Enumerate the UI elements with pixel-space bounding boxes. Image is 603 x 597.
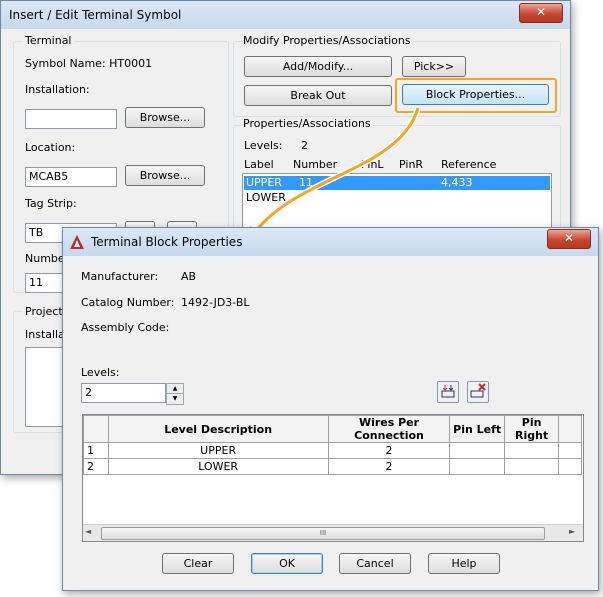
grid-extra-header <box>558 415 582 443</box>
pin-right-cell[interactable] <box>503 458 560 475</box>
wires-cell[interactable]: 2 <box>327 442 451 459</box>
grid-row[interactable]: 2 LOWER 2 <box>83 458 582 475</box>
help-button[interactable]: Help <box>428 553 500 574</box>
horizontal-scrollbar[interactable]: ◄ III ► <box>83 524 583 541</box>
pin-left-header[interactable]: Pin Left <box>449 415 505 443</box>
catalog-value: 1492-JD3-BL <box>181 296 250 309</box>
scroll-right-arrow[interactable]: ► <box>569 527 575 536</box>
level-description-cell[interactable]: LOWER <box>107 458 329 475</box>
catalog-label: Catalog Number: <box>81 296 175 309</box>
grid-header-row: Level Description Wires Per Connection P… <box>83 415 582 443</box>
terminal-block-properties-dialog: Terminal Block Properties ✕ Manufacturer… <box>62 227 599 591</box>
front-dialog-title: Terminal Block Properties <box>91 235 243 249</box>
levels-spinner-input[interactable]: 2 <box>81 383 166 403</box>
row-number: 2 <box>83 458 109 475</box>
manufacturer-label: Manufacturer: <box>81 270 159 283</box>
scroll-left-arrow[interactable]: ◄ <box>85 527 91 536</box>
grid-row[interactable]: 1 UPPER 2 <box>83 442 582 459</box>
cancel-button[interactable]: Cancel <box>339 553 411 574</box>
row-number: 1 <box>83 442 109 459</box>
manufacturer-value: AB <box>181 270 197 283</box>
front-close-button[interactable]: ✕ <box>547 229 591 249</box>
levels-label: Levels: <box>81 366 120 379</box>
spinner-down-button[interactable]: ▼ <box>166 393 184 405</box>
scroll-thumb[interactable]: III <box>101 527 545 540</box>
assembly-label: Assembly Code: <box>81 321 170 334</box>
ok-button[interactable]: OK <box>251 553 323 574</box>
pin-right-cell[interactable] <box>503 442 560 459</box>
wires-cell[interactable]: 2 <box>327 458 451 475</box>
wires-per-connection-header[interactable]: Wires Per Connection <box>327 415 451 443</box>
insert-level-icon[interactable] <box>437 381 459 403</box>
grid-corner-header <box>83 415 109 443</box>
extra-cell <box>558 442 582 459</box>
scroll-thumb-grip: III <box>319 529 327 537</box>
levels-grid[interactable]: Level Description Wires Per Connection P… <box>82 414 584 542</box>
level-description-header[interactable]: Level Description <box>107 415 329 443</box>
autocad-logo-icon <box>70 235 84 249</box>
pin-left-cell[interactable] <box>449 442 505 459</box>
extra-cell <box>558 458 582 475</box>
level-description-cell[interactable]: UPPER <box>107 442 329 459</box>
delete-level-icon[interactable] <box>467 381 489 403</box>
clear-button[interactable]: Clear <box>162 553 234 574</box>
pin-left-cell[interactable] <box>449 458 505 475</box>
pin-right-header[interactable]: Pin Right <box>503 415 560 443</box>
